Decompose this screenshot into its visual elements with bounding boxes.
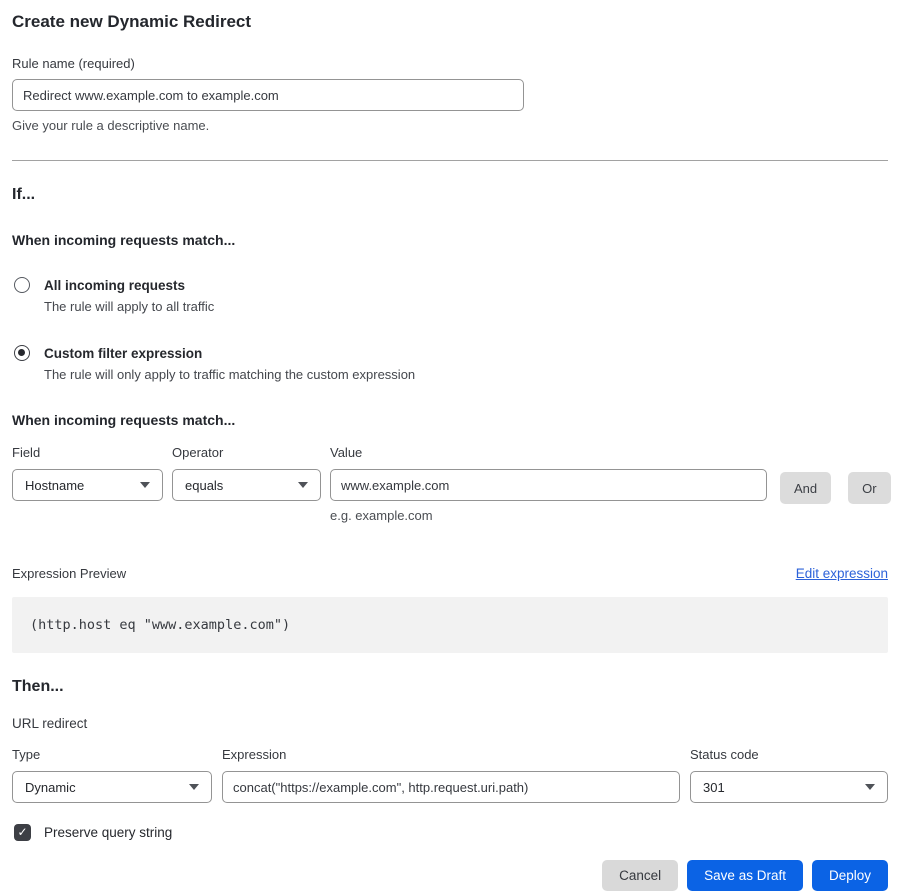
filter-match-heading: When incoming requests match...: [12, 412, 888, 428]
radio-option-all-requests[interactable]: All incoming requests The rule will appl…: [12, 276, 888, 316]
match-heading: When incoming requests match...: [12, 232, 888, 248]
edit-expression-link[interactable]: Edit expression: [796, 566, 888, 581]
status-code-value: 301: [703, 780, 725, 795]
value-label: Value: [330, 445, 767, 460]
radio-option-custom-filter[interactable]: Custom filter expression The rule will o…: [12, 344, 888, 384]
or-button[interactable]: Or: [848, 472, 890, 504]
radio-description: The rule will only apply to traffic matc…: [44, 366, 415, 384]
page-title: Create new Dynamic Redirect: [12, 12, 888, 32]
expression-preview-code: (http.host eq "www.example.com"): [12, 597, 888, 653]
chevron-down-icon: [189, 784, 199, 790]
status-code-select[interactable]: 301: [690, 771, 888, 803]
preserve-query-string-option[interactable]: ✓ Preserve query string: [12, 824, 888, 841]
create-redirect-form: Create new Dynamic Redirect Rule name (r…: [0, 0, 907, 891]
checkbox-checked[interactable]: ✓: [14, 824, 31, 841]
redirect-config-row: Type Dynamic Expression Status code 301: [12, 747, 888, 803]
preserve-query-string-label: Preserve query string: [44, 825, 172, 840]
redirect-expression-input[interactable]: [222, 771, 680, 803]
action-type-label: URL redirect: [12, 716, 888, 731]
cancel-button[interactable]: Cancel: [602, 860, 678, 891]
field-select[interactable]: Hostname: [12, 469, 163, 501]
chevron-down-icon: [140, 482, 150, 488]
and-button[interactable]: And: [780, 472, 831, 504]
save-as-draft-button[interactable]: Save as Draft: [687, 860, 803, 891]
radio-description: The rule will apply to all traffic: [44, 298, 214, 316]
then-heading: Then...: [12, 678, 888, 696]
section-divider: [12, 160, 888, 161]
radio-button-unchecked[interactable]: [14, 277, 30, 293]
radio-button-checked[interactable]: [14, 345, 30, 361]
radio-label: Custom filter expression: [44, 344, 415, 363]
rule-name-label: Rule name (required): [12, 56, 888, 71]
chevron-down-icon: [298, 482, 308, 488]
operator-select[interactable]: equals: [172, 469, 321, 501]
footer-actions: Cancel Save as Draft Deploy: [12, 860, 888, 891]
type-label: Type: [12, 747, 212, 762]
expression-preview-label: Expression Preview: [12, 566, 126, 581]
type-select-value: Dynamic: [25, 780, 76, 795]
chevron-down-icon: [865, 784, 875, 790]
if-heading: If...: [12, 186, 888, 204]
status-code-label: Status code: [690, 747, 888, 762]
value-hint: e.g. example.com: [330, 508, 767, 523]
filter-builder-row: Field Hostname Operator equals Value e.g…: [12, 445, 888, 523]
field-select-value: Hostname: [25, 478, 84, 493]
radio-label: All incoming requests: [44, 276, 214, 295]
value-input[interactable]: [330, 469, 767, 501]
rule-name-help: Give your rule a descriptive name.: [12, 118, 888, 133]
operator-label: Operator: [172, 445, 321, 460]
field-label: Field: [12, 445, 163, 460]
deploy-button[interactable]: Deploy: [812, 860, 888, 891]
type-select[interactable]: Dynamic: [12, 771, 212, 803]
expression-label: Expression: [222, 747, 680, 762]
operator-select-value: equals: [185, 478, 223, 493]
rule-name-input[interactable]: [12, 79, 524, 111]
